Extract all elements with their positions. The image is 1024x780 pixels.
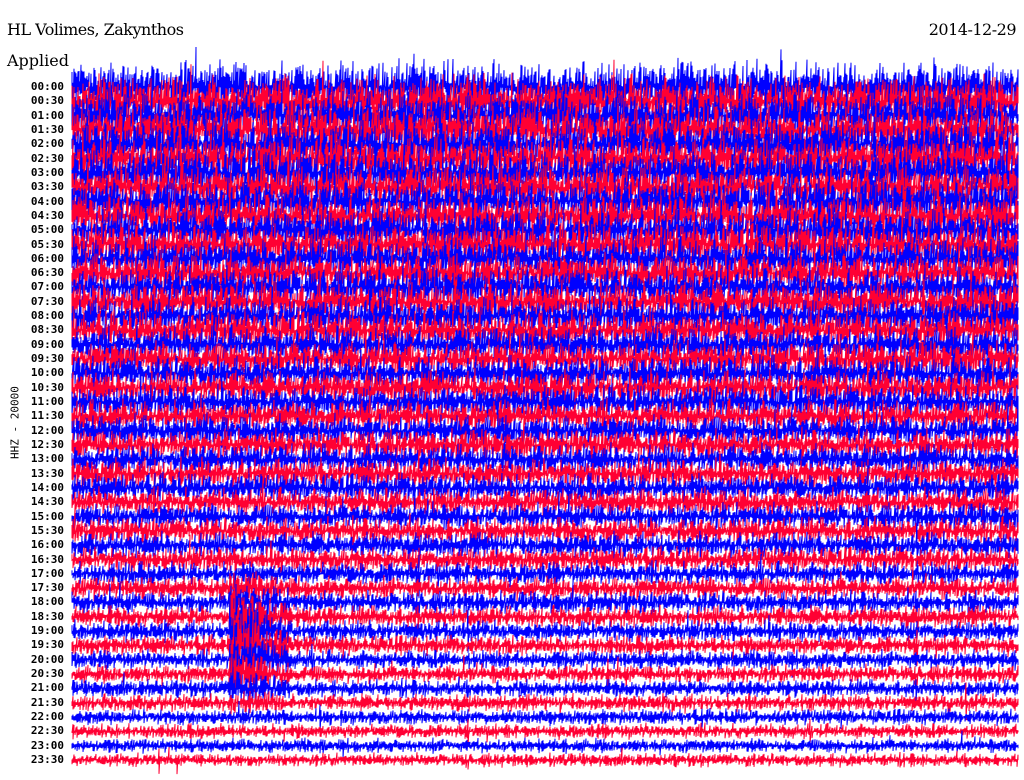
helicorder-plot	[71, 46, 1019, 775]
trace-row	[71, 747, 1019, 775]
